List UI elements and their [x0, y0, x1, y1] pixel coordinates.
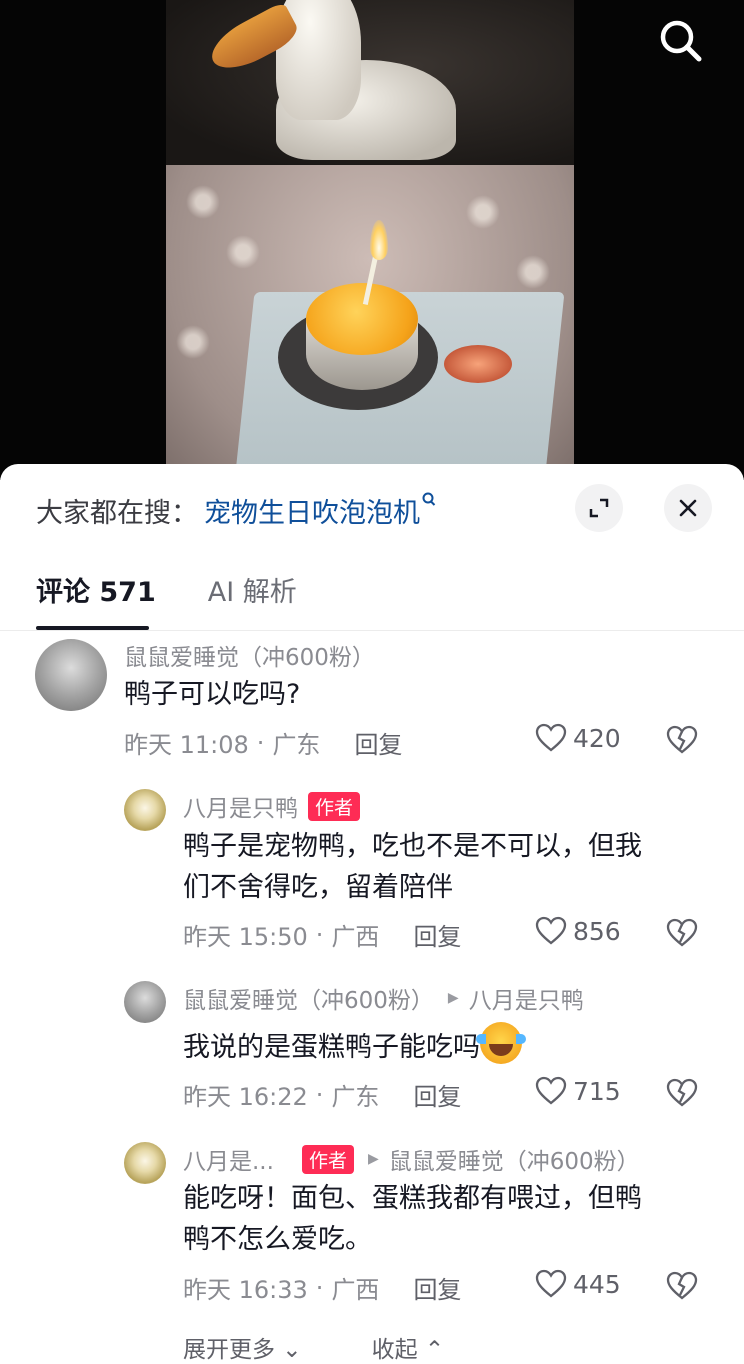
heart-icon [535, 916, 567, 945]
comment-username[interactable]: 鼠鼠爱睡觉（冲600粉） ▶ 八月是只鸭 [183, 981, 584, 1015]
comment-meta: 昨天 15:50 · 广西 回复 [183, 917, 461, 952]
search-button[interactable] [654, 14, 708, 68]
tab-divider [0, 630, 744, 631]
dislike-button[interactable] [666, 1078, 698, 1112]
broken-heart-icon [666, 1078, 698, 1107]
author-badge: 作者 [308, 791, 361, 821]
search-sup-icon [422, 492, 436, 512]
meta-dot: · [256, 728, 265, 757]
username-text[interactable]: 鼠鼠爱睡觉（冲600粉） [183, 981, 434, 1015]
comment-text-content: 我说的是蛋糕鸭子能吃吗 [183, 1032, 480, 1063]
username-text[interactable]: 八月是只鸭 [183, 789, 298, 823]
broken-heart-icon [666, 1271, 698, 1300]
like-count: 715 [573, 1076, 621, 1106]
dislike-button[interactable] [666, 1271, 698, 1305]
reply-button[interactable]: 回复 [413, 917, 461, 952]
broken-heart-icon [666, 918, 698, 947]
reply-to-arrow-icon: ▶ [367, 1151, 379, 1167]
meta-dot: · [315, 920, 324, 949]
reply-controls: 展开更多 ⌄ 收起 ⌃ [183, 1330, 444, 1364]
comment-text: 鸭子是宠物鸭，吃也不是不可以，但我 们不舍得吃，留着陪伴 [183, 826, 642, 908]
expand-button[interactable] [575, 484, 623, 532]
comment-location: 广西 [331, 1276, 380, 1304]
comment-username[interactable]: 八月是... 作者 ▶ 鼠鼠爱睡觉（冲600粉） [183, 1142, 640, 1176]
comments-sheet: 大家都在搜： 宠物生日吹泡泡机 评论 571 AI 解析 鼠鼠爱睡觉（冲600粉… [0, 464, 744, 1363]
cake-top [306, 283, 418, 355]
avatar[interactable] [124, 789, 166, 831]
username-text[interactable]: 八月是... [183, 1142, 274, 1176]
comment-text-line: 鸭不怎么爱吃。 [183, 1224, 372, 1255]
avatar[interactable] [124, 1142, 166, 1184]
expand-icon [589, 498, 609, 518]
comment-time: 昨天 16:22 [183, 1083, 308, 1111]
reply-to-arrow-icon: ▶ [447, 990, 459, 1006]
heart-icon [535, 723, 567, 752]
heart-icon [535, 1076, 567, 1105]
comment-username[interactable]: 八月是只鸭 作者 [183, 789, 361, 823]
reply-to-username[interactable]: 八月是只鸭 [469, 981, 584, 1015]
video-background [166, 0, 574, 165]
comment-location: 广西 [331, 923, 380, 951]
reply-button[interactable]: 回复 [354, 725, 402, 760]
comment-text: 我说的是蛋糕鸭子能吃吗 [183, 1022, 526, 1068]
search-suggestion-link[interactable]: 宠物生日吹泡泡机 [204, 491, 420, 530]
dislike-button[interactable] [666, 918, 698, 952]
meta-dot: · [315, 1080, 324, 1109]
video-player[interactable] [0, 0, 744, 480]
like-button[interactable]: 856 [535, 916, 621, 946]
dislike-button[interactable] [666, 725, 698, 759]
search-icon [660, 20, 702, 62]
comment-meta: 昨天 16:33 · 广西 回复 [183, 1270, 461, 1305]
comment-text-line: 鸭子是宠物鸭，吃也不是不可以，但我 [183, 831, 642, 862]
like-button[interactable]: 420 [535, 723, 621, 753]
close-button[interactable] [664, 484, 712, 532]
comment-time: 昨天 15:50 [183, 923, 308, 951]
close-icon [679, 499, 697, 517]
tab-comments[interactable]: 评论 571 [36, 570, 156, 609]
reply-to-username[interactable]: 鼠鼠爱睡觉（冲600粉） [389, 1142, 640, 1176]
comment-text-line: 们不舍得吃，留着陪伴 [183, 872, 453, 903]
laugh-cry-emoji-icon [476, 1022, 526, 1064]
heart-icon [535, 1269, 567, 1298]
comment-text: 能吃呀！面包、蛋糕我都有喂过，但鸭 鸭不怎么爱吃。 [183, 1178, 642, 1260]
collapse-button[interactable]: 收起 ⌃ [372, 1330, 445, 1364]
tab-ai-analysis[interactable]: AI 解析 [208, 570, 297, 609]
comment-meta: 昨天 16:22 · 广东 回复 [183, 1077, 461, 1112]
reply-button[interactable]: 回复 [413, 1270, 461, 1305]
avatar[interactable] [35, 639, 107, 711]
avatar[interactable] [124, 981, 166, 1023]
like-button[interactable]: 715 [535, 1076, 621, 1106]
comment-text-line: 能吃呀！面包、蛋糕我都有喂过，但鸭 [183, 1183, 642, 1214]
comment-location: 广东 [272, 731, 321, 759]
comment-tabs: 评论 571 AI 解析 [36, 570, 349, 626]
comment-text: 鸭子可以吃吗? [124, 679, 301, 710]
like-count: 420 [573, 723, 621, 753]
author-badge: 作者 [301, 1144, 354, 1174]
reply-button[interactable]: 回复 [413, 1077, 461, 1112]
comment-meta: 昨天 11:08 · 广东 回复 [124, 725, 402, 760]
comment-username[interactable]: 鼠鼠爱睡觉（冲600粉） [124, 638, 375, 672]
video-frame [166, 0, 574, 480]
like-count: 856 [573, 916, 621, 946]
comment-time: 昨天 11:08 [124, 731, 249, 759]
expand-more-label: 展开更多 [183, 1337, 275, 1363]
like-button[interactable]: 445 [535, 1269, 621, 1299]
expand-more-button[interactable]: 展开更多 ⌄ [183, 1330, 302, 1364]
meta-dot: · [315, 1273, 324, 1302]
search-suggestion-prefix: 大家都在搜： [36, 497, 198, 529]
comment-time: 昨天 16:33 [183, 1276, 308, 1304]
username-text[interactable]: 鼠鼠爱睡觉（冲600粉） [124, 638, 375, 672]
search-suggestion[interactable]: 大家都在搜： 宠物生日吹泡泡机 [36, 490, 436, 530]
like-count: 445 [573, 1269, 621, 1299]
shrimp [444, 345, 512, 383]
collapse-label: 收起 [371, 1337, 418, 1363]
comment-location: 广东 [331, 1083, 380, 1111]
broken-heart-icon [666, 725, 698, 754]
